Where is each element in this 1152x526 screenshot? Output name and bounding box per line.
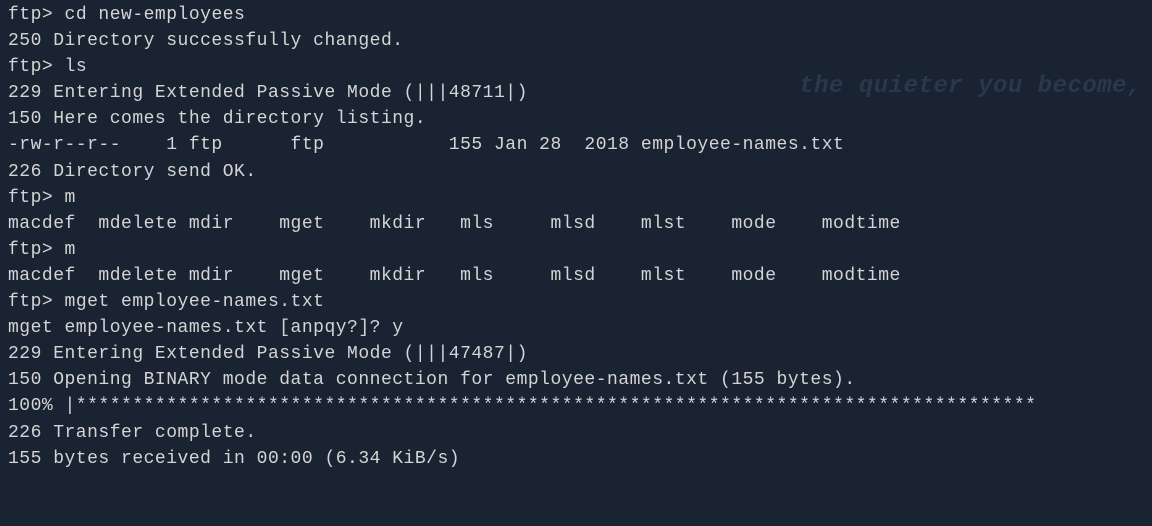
ftp-prompt: ftp> [8, 5, 65, 25]
ftp-prompt: ftp> [8, 292, 65, 312]
terminal-line: 150 Opening BINARY mode data connection … [8, 367, 1144, 393]
terminal-line: 150 Here comes the directory listing. [8, 106, 1144, 132]
terminal-line: mget employee-names.txt [anpqy?]? y [8, 315, 1144, 341]
command-input: m [65, 188, 76, 208]
terminal-line: 226 Directory send OK. [8, 159, 1144, 185]
command-input: cd new-employees [65, 5, 246, 25]
command-input: m [65, 240, 76, 260]
terminal-line: 155 bytes received in 00:00 (6.34 KiB/s) [8, 446, 1144, 472]
terminal-line: 229 Entering Extended Passive Mode (|||4… [8, 80, 1144, 106]
command-input: mget employee-names.txt [65, 292, 325, 312]
ftp-prompt: ftp> [8, 240, 65, 260]
ftp-prompt: ftp> [8, 57, 65, 77]
terminal-line: ftp> cd new-employees [8, 2, 1144, 28]
terminal-line: ftp> mget employee-names.txt [8, 289, 1144, 315]
tab-completion-line: macdef mdelete mdir mget mkdir mls mlsd … [8, 211, 1144, 237]
terminal-line: 226 Transfer complete. [8, 420, 1144, 446]
ftp-prompt: ftp> [8, 188, 65, 208]
terminal-line: ftp> m [8, 237, 1144, 263]
terminal-output[interactable]: ftp> cd new-employees 250 Directory succ… [8, 2, 1144, 472]
command-input: ls [65, 57, 88, 77]
terminal-line: 250 Directory successfully changed. [8, 28, 1144, 54]
terminal-line: ftp> ls [8, 54, 1144, 80]
progress-line: 100% |**********************************… [8, 393, 1144, 419]
tab-completion-line: macdef mdelete mdir mget mkdir mls mlsd … [8, 263, 1144, 289]
terminal-line: 229 Entering Extended Passive Mode (|||4… [8, 341, 1144, 367]
terminal-line: ftp> m [8, 185, 1144, 211]
terminal-line: -rw-r--r-- 1 ftp ftp 155 Jan 28 2018 emp… [8, 132, 1144, 158]
